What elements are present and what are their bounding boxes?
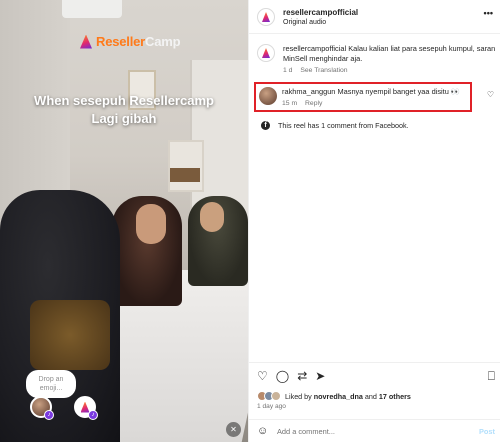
video-caption: When sesepuh Resellercamp Lagi gibah: [0, 92, 248, 128]
comment-emoji: 👀: [450, 87, 461, 96]
post-comment-button[interactable]: Post: [479, 427, 495, 436]
commenter-avatar[interactable]: [259, 87, 277, 105]
scene-person-left-batik: [30, 300, 110, 370]
liked-by: Liked by novredha_dna and 17 others: [257, 391, 411, 401]
scene-shelf: [168, 140, 204, 192]
action-icons: ♡ ◯ ⇄ ➤: [257, 369, 325, 383]
comment-text-block: rakhma_anggun Masnya nyempil banget yaa …: [282, 87, 460, 96]
comment-time: 15 m: [282, 100, 298, 107]
comment-meta: 15 m Reply: [282, 100, 328, 107]
mute-icon[interactable]: ✕: [226, 422, 241, 437]
comment-text: Masnya nyempil banget yaa disitu: [337, 87, 449, 96]
note-badge-icon: ♪: [88, 410, 98, 420]
scene-shelf-books: [170, 168, 200, 182]
scene-air-conditioner: [62, 0, 122, 18]
caption-meta: 1 d See Translation: [283, 67, 354, 74]
scene-person-right-face: [200, 202, 224, 232]
save-bookmark-icon[interactable]: ⎕: [488, 369, 495, 384]
account-username[interactable]: resellercampofficial: [283, 8, 358, 17]
highlighted-comment: rakhma_anggun Masnya nyempil banget yaa …: [254, 82, 472, 112]
see-translation-link[interactable]: See Translation: [300, 67, 347, 74]
like-heart-icon[interactable]: ♡: [257, 369, 268, 383]
reply-link[interactable]: Reply: [305, 100, 322, 107]
drop-emoji-line1: Drop an: [38, 376, 64, 383]
share-send-icon[interactable]: ➤: [315, 369, 325, 383]
video-caption-line1: When sesepuh Resellercamp: [34, 93, 214, 108]
resellercamp-mini-logo-icon: [262, 12, 270, 22]
note-badge-icon: ♪: [44, 410, 54, 420]
add-comment-input[interactable]: Add a comment...: [277, 427, 335, 436]
resellercamp-mini-logo-icon: [262, 48, 270, 58]
post-age: 1 day ago: [257, 403, 286, 410]
liked-by-and: and: [364, 391, 377, 401]
facebook-comments-note: f This reel has 1 comment from Facebook.: [261, 121, 409, 130]
post-header: resellercampofficial Original audio •••: [249, 0, 500, 34]
comment-bubble-icon[interactable]: ◯: [276, 369, 289, 383]
resellercamp-logo: ResellerCamp: [80, 34, 181, 49]
comment-username[interactable]: rakhma_anggun: [282, 87, 335, 96]
post-actions: ♡ ◯ ⇄ ➤ ⎕ Liked by novredha_dna and 17 o…: [249, 362, 500, 442]
repost-icon[interactable]: ⇄: [297, 369, 307, 383]
liker-avatar[interactable]: [271, 391, 281, 401]
liked-by-user[interactable]: novredha_dna: [314, 392, 363, 401]
comment-like-heart-icon[interactable]: ♡: [487, 90, 494, 99]
caption-avatar[interactable]: [257, 44, 275, 62]
caption-text-block: resellercampofficial Kalau kalian liat p…: [283, 44, 497, 64]
facebook-icon: f: [261, 121, 270, 130]
more-options-icon[interactable]: •••: [484, 8, 493, 18]
add-comment-bar: ☺ Add a comment... Post: [249, 419, 500, 442]
post-details-panel: resellercampofficial Original audio ••• …: [248, 0, 500, 442]
liked-by-text: Liked by novredha_dna and 17 others: [285, 392, 411, 401]
liked-by-prefix: Liked by: [285, 391, 312, 401]
audio-link[interactable]: Original audio: [283, 19, 326, 26]
reel-video[interactable]: ResellerCamp When sesepuh Resellercamp L…: [0, 0, 248, 442]
liked-by-others[interactable]: 17 others: [379, 392, 411, 401]
scene-person-middle-face: [136, 204, 166, 244]
facebook-note-text: This reel has 1 comment from Facebook.: [278, 121, 409, 130]
account-avatar[interactable]: [257, 8, 275, 26]
resellercamp-logo-text: ResellerCamp: [96, 34, 181, 49]
emoji-picker-icon[interactable]: ☺: [257, 425, 268, 437]
caption-time: 1 d: [283, 67, 293, 74]
drop-emoji-bubble[interactable]: Drop an emoji...: [26, 370, 76, 398]
video-caption-line2: Lagi gibah: [91, 111, 157, 126]
caption-username[interactable]: resellercampofficial: [283, 44, 346, 53]
drop-emoji-line2: emoji...: [39, 385, 63, 392]
resellercamp-logo-icon: [80, 34, 92, 49]
